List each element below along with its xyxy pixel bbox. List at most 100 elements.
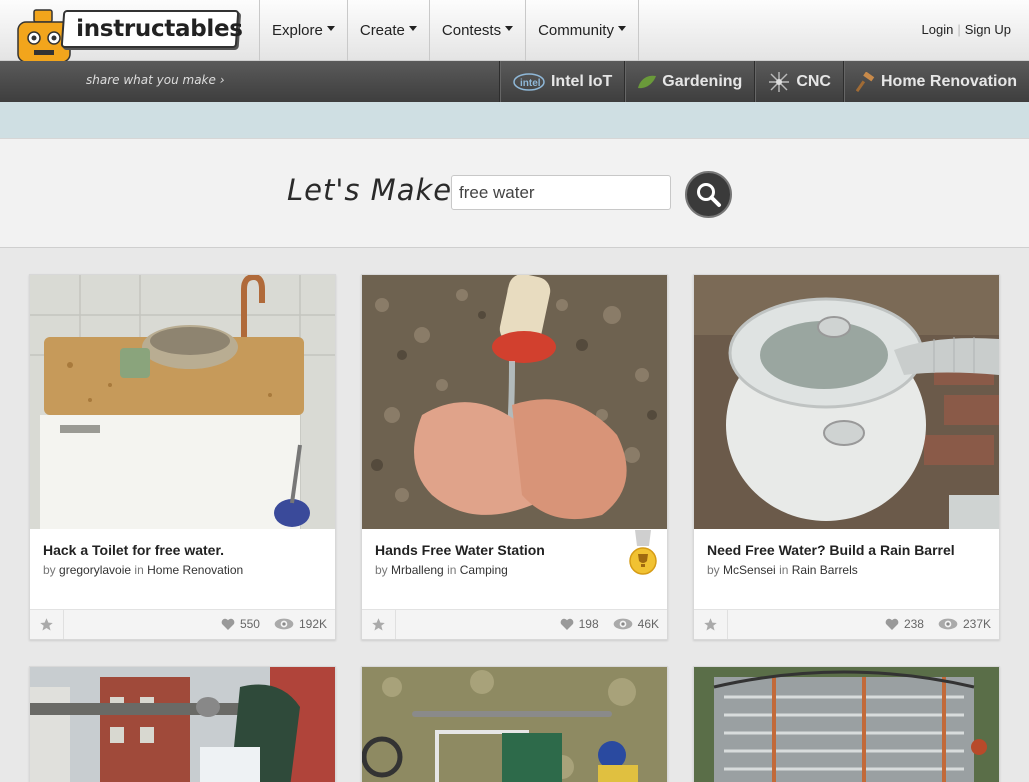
search-button[interactable] — [685, 171, 732, 218]
project-title[interactable]: Hack a Toilet for free water. — [43, 542, 224, 558]
favorite-button[interactable] — [694, 610, 728, 639]
card-footer: 550 192K — [30, 609, 335, 639]
author-link[interactable]: Mrballeng — [391, 563, 444, 577]
featured-channels: intel Intel IoT Gardening CNC Home Renov… — [498, 61, 1029, 102]
search-heading: Let's Make — [287, 173, 453, 207]
channel-gardening-label: Gardening — [662, 72, 743, 90]
svg-text:intel: intel — [520, 78, 541, 89]
tagline[interactable]: share what you make › — [86, 73, 225, 87]
heart-icon — [221, 618, 235, 630]
project-byline: by Mrballeng in Camping — [375, 563, 508, 577]
project-card[interactable]: Hands Free Water Station by Mrballeng in… — [361, 274, 668, 640]
project-byline: by gregorylavoie in Home Renovation — [43, 563, 243, 577]
project-card[interactable] — [29, 666, 336, 782]
views-count: 192K — [298, 617, 327, 631]
nav-create-label: Create — [359, 22, 405, 39]
nav-explore-label: Explore — [272, 22, 323, 39]
category-link[interactable]: Camping — [460, 563, 508, 577]
project-thumbnail[interactable] — [362, 667, 667, 782]
project-thumbnail[interactable] — [694, 275, 999, 529]
signup-link[interactable]: Sign Up — [965, 22, 1011, 37]
byline-by: by — [43, 563, 56, 577]
card-stats: 198 46K — [546, 617, 659, 631]
likes-count: 550 — [239, 617, 260, 631]
project-thumbnail[interactable] — [362, 275, 667, 529]
views-stat: 46K — [613, 617, 659, 631]
tagline-text: share what you make — [86, 73, 216, 87]
views-stat: 237K — [938, 617, 991, 631]
channel-cnc[interactable]: CNC — [754, 61, 843, 102]
star-icon — [372, 618, 385, 631]
card-stats: 238 237K — [871, 617, 991, 631]
byline-in: in — [447, 563, 457, 577]
banner-strip — [0, 102, 1029, 138]
leaf-icon — [637, 74, 657, 90]
nav-community-label: Community — [538, 22, 614, 39]
project-card[interactable]: Hack a Toilet for free water. by gregory… — [29, 274, 336, 640]
project-thumbnail[interactable] — [30, 667, 335, 782]
nav-explore[interactable]: Explore — [259, 0, 347, 61]
chevron-right-icon: › — [219, 73, 225, 87]
channel-home-renovation[interactable]: Home Renovation — [842, 61, 1029, 102]
cnc-burst-icon — [767, 71, 791, 93]
views-stat: 192K — [274, 617, 327, 631]
favorite-button[interactable] — [362, 610, 396, 639]
project-thumbnail[interactable] — [30, 275, 335, 529]
likes-count: 238 — [903, 617, 924, 631]
eye-icon — [274, 618, 294, 630]
project-title[interactable]: Hands Free Water Station — [375, 542, 545, 558]
views-count: 46K — [637, 617, 659, 631]
caret-down-icon — [617, 26, 626, 31]
trophy-medal-icon — [629, 530, 657, 575]
views-count: 237K — [962, 617, 991, 631]
byline-by: by — [707, 563, 720, 577]
star-icon — [704, 618, 717, 631]
logo-wordmark: instructables — [60, 10, 243, 48]
auth-divider: | — [957, 22, 961, 37]
author-link[interactable]: McSensei — [723, 563, 776, 577]
heart-icon — [560, 618, 573, 630]
project-card[interactable] — [361, 666, 668, 782]
project-title[interactable]: Need Free Water? Build a Rain Barrel — [707, 542, 955, 558]
likes-stat: 198 — [560, 617, 599, 631]
category-link[interactable]: Rain Barrels — [792, 563, 858, 577]
intel-icon: intel — [512, 72, 546, 92]
main-nav: Explore Create Contests Community — [259, 0, 639, 61]
logo-text: instructables — [76, 16, 243, 42]
card-footer: 198 46K — [362, 609, 667, 639]
magnifier-icon — [696, 182, 721, 207]
nav-contests-label: Contests — [441, 22, 502, 39]
channel-cnc-label: CNC — [796, 72, 831, 90]
eye-icon — [613, 618, 632, 630]
byline-by: by — [375, 563, 388, 577]
login-link[interactable]: Login — [922, 22, 954, 37]
nav-create[interactable]: Create — [346, 0, 429, 61]
category-link[interactable]: Home Renovation — [147, 563, 243, 577]
likes-count: 198 — [578, 617, 599, 631]
nav-community[interactable]: Community — [525, 0, 639, 61]
heart-icon — [885, 618, 899, 630]
project-card[interactable]: Need Free Water? Build a Rain Barrel by … — [693, 274, 1000, 640]
nav-contests[interactable]: Contests — [428, 0, 525, 61]
project-card[interactable] — [693, 666, 1000, 782]
star-icon — [40, 618, 53, 631]
project-byline: by McSensei in Rain Barrels — [707, 563, 858, 577]
likes-stat: 238 — [885, 617, 924, 631]
channel-home-renovation-label: Home Renovation — [880, 72, 1017, 90]
likes-stat: 550 — [221, 617, 260, 631]
search-input[interactable] — [451, 175, 671, 210]
channel-intel-iot[interactable]: intel Intel IoT — [498, 61, 624, 102]
project-thumbnail[interactable] — [694, 667, 999, 782]
caret-down-icon — [408, 26, 417, 31]
channel-gardening[interactable]: Gardening — [624, 61, 754, 102]
channel-intel-iot-label: Intel IoT — [550, 72, 613, 90]
auth-links: Login | Sign Up — [922, 22, 1011, 37]
favorite-button[interactable] — [30, 610, 64, 639]
byline-in: in — [134, 563, 144, 577]
byline-in: in — [779, 563, 789, 577]
eye-icon — [938, 618, 958, 630]
search-panel: Let's Make — [0, 138, 1029, 248]
card-footer: 238 237K — [694, 609, 999, 639]
author-link[interactable]: gregorylavoie — [59, 563, 131, 577]
hammer-icon — [855, 71, 876, 92]
